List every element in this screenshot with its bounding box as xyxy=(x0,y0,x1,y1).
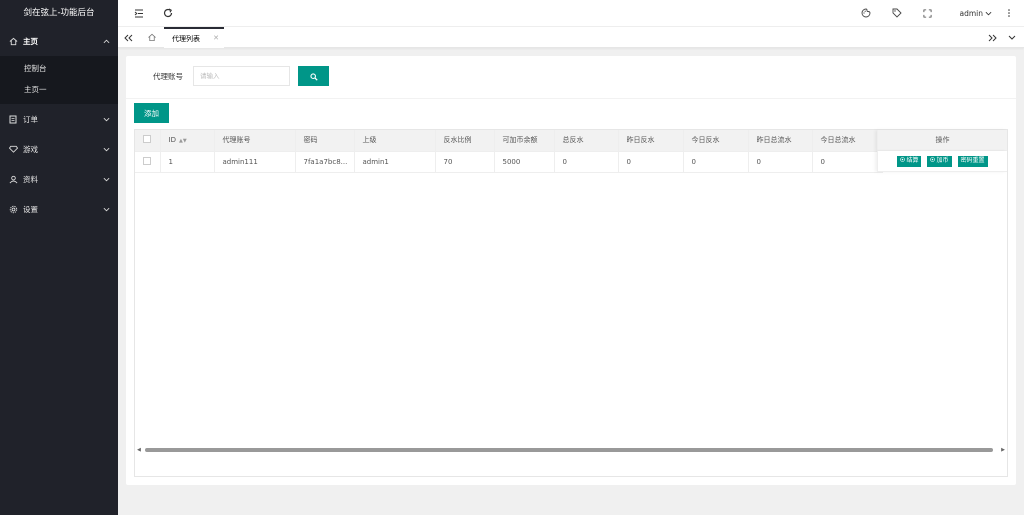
chevron-up-icon xyxy=(103,37,110,46)
sidebar-subitem-console[interactable]: 控制台 xyxy=(0,58,118,79)
diamond-icon xyxy=(8,144,18,154)
column-header-id[interactable]: ID ▲▼ xyxy=(160,130,215,152)
search-label: 代理账号 xyxy=(153,72,183,81)
tab-scroll-left-icon[interactable] xyxy=(118,27,138,48)
sidebar-item-games[interactable]: 游戏 xyxy=(0,134,118,164)
column-header-actions: 操作 xyxy=(877,130,1007,151)
tag-icon[interactable] xyxy=(891,7,903,19)
chevron-down-icon xyxy=(103,205,110,214)
scroll-thumb[interactable] xyxy=(145,448,993,452)
sidebar-item-label: 游戏 xyxy=(23,144,38,154)
column-header-coin-balance: 可加币余额 xyxy=(494,130,555,152)
refresh-icon[interactable] xyxy=(162,7,174,19)
search-button[interactable] xyxy=(298,66,329,86)
column-header-rebate-ratio: 反水比例 xyxy=(435,130,495,152)
sort-icon[interactable]: ▲▼ xyxy=(179,138,187,144)
column-header-password: 密码 xyxy=(295,130,355,152)
top-header: admin xyxy=(118,0,1024,27)
cell-parent: admin1 xyxy=(354,151,436,173)
table-header-row: ID ▲▼ 代理账号 密码 上级 反水比例 可加币余额 总反水 昨日反水 今日反水… xyxy=(135,130,883,152)
cell-total-rebate: 0 xyxy=(554,151,619,173)
app-title: 剑在弦上-功能后台 xyxy=(23,8,95,18)
chevron-down-icon xyxy=(103,145,110,154)
column-header-total-rebate: 总反水 xyxy=(554,130,619,152)
menu-fold-icon[interactable] xyxy=(133,7,145,19)
main-panel: 代理账号 添加 ID▲▼ 代理账号 密码 上级 反水比例 可加币余额 总反水 昨 xyxy=(126,56,1016,485)
more-vertical-icon[interactable] xyxy=(1003,7,1015,19)
tab-label: 代理列表 xyxy=(172,34,200,43)
user-menu[interactable]: admin xyxy=(960,9,993,18)
reset-password-button[interactable]: 密码重置 xyxy=(957,155,988,167)
cell-account: admin111 xyxy=(214,151,296,173)
chevron-down-icon xyxy=(985,9,992,18)
scroll-right-arrow-icon[interactable]: ▶ xyxy=(1001,447,1005,453)
column-header-yesterday-flow: 昨日总流水 xyxy=(748,130,813,152)
sidebar-item-orders[interactable]: 订单 xyxy=(0,104,118,134)
user-name: admin xyxy=(959,9,984,18)
cell-id: 1 xyxy=(160,151,215,173)
sidebar-subitem-home-one[interactable]: 主页一 xyxy=(0,79,118,100)
cell-today-rebate: 0 xyxy=(683,151,749,173)
column-header-account: 代理账号 xyxy=(214,130,296,152)
table-row: 1 admin111 7fa1a7bc8... admin1 70 5000 0… xyxy=(135,151,883,173)
search-form: 代理账号 xyxy=(126,56,1016,99)
cell-yesterday-rebate: 0 xyxy=(618,151,684,173)
sidebar-item-label: 设置 xyxy=(23,204,38,214)
row-select-cell xyxy=(135,151,161,173)
fullscreen-icon[interactable] xyxy=(921,7,933,19)
horizontal-scrollbar[interactable]: ◀ ▶ xyxy=(135,446,1007,454)
sidebar-item-label: 主页 xyxy=(23,36,38,46)
cell-today-flow: 0 xyxy=(812,151,883,173)
column-header-parent: 上级 xyxy=(354,130,436,152)
add-button[interactable]: 添加 xyxy=(134,103,169,123)
search-icon xyxy=(309,69,318,84)
select-all-cell xyxy=(135,130,161,152)
user-icon xyxy=(8,174,18,184)
row-checkbox[interactable] xyxy=(143,156,151,165)
gear-icon xyxy=(8,204,18,214)
row-actions: 结算 加币 密码重置 xyxy=(877,151,1007,172)
add-coin-button[interactable]: 加币 xyxy=(927,155,952,167)
tab-scroll-right-icon[interactable] xyxy=(982,27,1002,48)
column-header-today-rebate: 今日反水 xyxy=(683,130,749,152)
sidebar-item-label: 资料 xyxy=(23,174,38,184)
cell-coin-balance: 5000 xyxy=(494,151,555,173)
home-tab-icon[interactable] xyxy=(142,27,162,48)
sidebar-item-label: 订单 xyxy=(23,114,38,124)
theme-icon[interactable] xyxy=(860,7,872,19)
cell-rebate-ratio: 70 xyxy=(435,151,495,173)
sidebar-item-home[interactable]: 主页 xyxy=(0,26,118,56)
close-icon[interactable]: ✕ xyxy=(213,34,219,42)
column-header-yesterday-rebate: 昨日反水 xyxy=(618,130,684,152)
settle-icon xyxy=(900,156,906,167)
settle-button[interactable]: 结算 xyxy=(897,155,922,167)
tab-menu-chevron-icon[interactable] xyxy=(1002,27,1022,48)
order-icon xyxy=(8,114,18,124)
sidebar: 剑在弦上-功能后台 主页 控制台 主页一 订单 游戏 资料 设置 xyxy=(0,0,118,515)
scroll-left-arrow-icon[interactable]: ◀ xyxy=(137,447,141,453)
sidebar-item-settings[interactable]: 设置 xyxy=(0,194,118,224)
sidebar-item-profile[interactable]: 资料 xyxy=(0,164,118,194)
sidebar-subnav: 控制台 主页一 xyxy=(0,56,118,104)
add-coin-icon xyxy=(930,156,936,167)
chevron-down-icon xyxy=(103,115,110,124)
data-table: ID ▲▼ 代理账号 密码 上级 反水比例 可加币余额 总反水 昨日反水 今日反水… xyxy=(135,130,883,173)
agent-table: ID ▲▼ 代理账号 密码 上级 反水比例 可加币余额 总反水 昨日反水 今日反水… xyxy=(134,129,1008,477)
tab-agent-list[interactable]: 代理列表 ✕ xyxy=(164,27,224,48)
select-all-checkbox[interactable] xyxy=(143,135,151,144)
tab-bar: 代理列表 ✕ xyxy=(118,27,1024,48)
search-input[interactable] xyxy=(193,66,290,86)
home-icon xyxy=(8,36,18,46)
chevron-down-icon xyxy=(103,175,110,184)
cell-yesterday-flow: 0 xyxy=(748,151,813,173)
cell-password: 7fa1a7bc8... xyxy=(295,151,355,173)
column-header-today-flow: 今日总流水 xyxy=(812,130,883,152)
